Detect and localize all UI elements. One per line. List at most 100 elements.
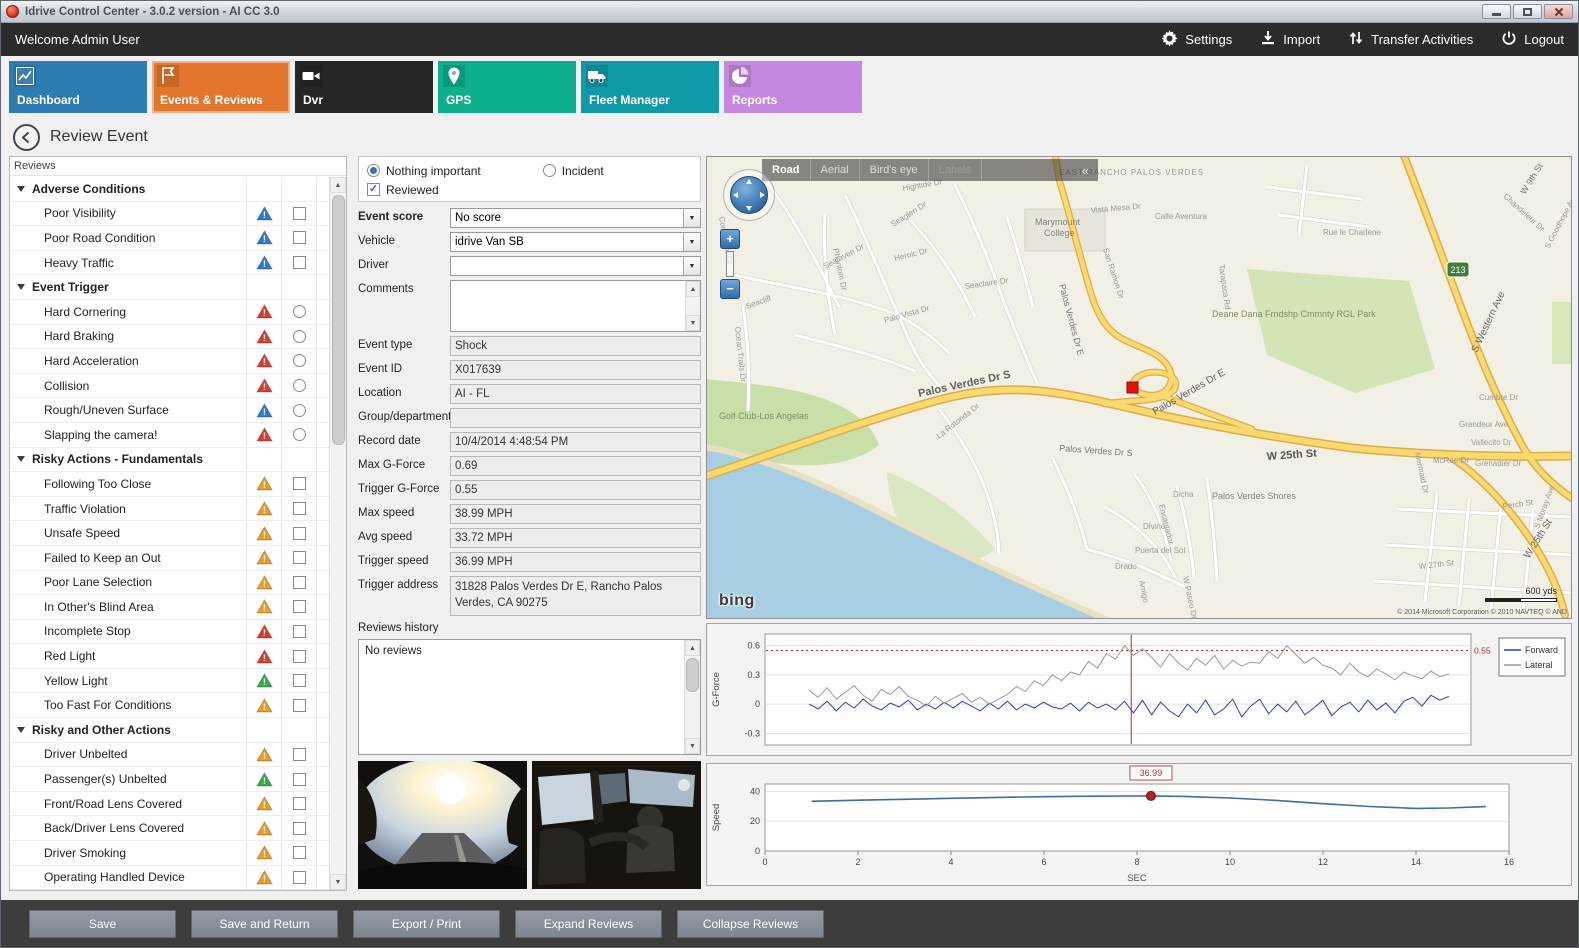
tab-dvr[interactable]: Dvr	[295, 61, 433, 113]
tab-gps[interactable]: GPS	[438, 61, 576, 113]
checkbox[interactable]	[293, 871, 306, 884]
review-item-poor-lane-selection[interactable]: Poor Lane Selection!	[10, 571, 329, 596]
reviewed-checkbox[interactable]	[367, 183, 380, 196]
tab-reports[interactable]: Reports	[724, 61, 862, 113]
checkbox[interactable]	[293, 797, 306, 810]
checkbox[interactable]	[293, 502, 306, 515]
collapse-reviews-button[interactable]: Collapse Reviews	[677, 910, 824, 938]
event-location-marker[interactable]	[1127, 382, 1138, 393]
radio-button[interactable]	[293, 428, 306, 441]
field-event-score[interactable]: No score▼	[450, 208, 701, 228]
history-scrollbar[interactable]: ▲▼	[684, 640, 700, 754]
review-item-failed-to-keep-an-out[interactable]: Failed to Keep an Out!	[10, 546, 329, 571]
review-item-poor-visibility[interactable]: Poor Visibility!	[10, 202, 329, 227]
scroll-up-icon[interactable]: ▲	[330, 177, 346, 193]
tab-fleet-manager[interactable]: Fleet Manager	[581, 61, 719, 113]
review-item-collision[interactable]: Collision!	[10, 374, 329, 399]
chevron-down-icon[interactable]: ▼	[683, 209, 700, 227]
checkbox[interactable]	[293, 600, 306, 613]
zoom-slider[interactable]	[726, 251, 734, 277]
radio-button[interactable]	[293, 404, 306, 417]
bing-map[interactable]: EAST RANCHO PALOS VERDESMarymountCollege…	[706, 156, 1572, 619]
checkbox[interactable]	[293, 650, 306, 663]
logout-button[interactable]: Logout	[1501, 30, 1564, 50]
map-view-labels[interactable]: Labels	[929, 159, 982, 181]
save-button[interactable]: Save	[29, 910, 176, 938]
export-print-button[interactable]: Export / Print	[353, 910, 500, 938]
review-group-risky-and-other-actions[interactable]: Risky and Other Actions	[10, 718, 329, 743]
back-button[interactable]	[13, 124, 40, 151]
field-comments[interactable]: ▲▼	[450, 280, 701, 332]
reviews-history-list[interactable]: No reviews ▲▼	[358, 639, 701, 755]
checkbox[interactable]	[293, 748, 306, 761]
collapse-arrow-icon[interactable]	[17, 727, 25, 733]
cabin-camera-thumbnail[interactable]	[532, 761, 701, 889]
scrollbar[interactable]: ▲▼	[685, 281, 700, 331]
review-item-incomplete-stop[interactable]: Incomplete Stop!	[10, 620, 329, 645]
review-item-poor-road-condition[interactable]: Poor Road Condition!	[10, 226, 329, 251]
checkbox[interactable]	[293, 846, 306, 859]
checkbox[interactable]	[293, 527, 306, 540]
map-view-bird-s-eye[interactable]: Bird's eye	[860, 159, 929, 181]
review-item-traffic-violation[interactable]: Traffic Violation!	[10, 497, 329, 522]
review-item-back-driver-lens-covered[interactable]: Back/Driver Lens Covered!	[10, 816, 329, 841]
checkbox[interactable]	[293, 207, 306, 220]
expand-reviews-button[interactable]: Expand Reviews	[515, 910, 662, 938]
review-item-passenger-s-unbelted[interactable]: Passenger(s) Unbelted!	[10, 767, 329, 792]
review-item-hard-cornering[interactable]: Hard Cornering!	[10, 300, 329, 325]
maximize-button[interactable]	[1513, 4, 1542, 19]
reviews-scrollbar[interactable]: ▲ ▼	[329, 177, 346, 890]
review-item-too-fast-for-conditions[interactable]: Too Fast For Conditions!	[10, 693, 329, 718]
review-item-unsafe-speed[interactable]: Unsafe Speed!	[10, 521, 329, 546]
checkbox[interactable]	[293, 231, 306, 244]
radio-button[interactable]	[293, 305, 306, 318]
front-camera-thumbnail[interactable]	[358, 761, 527, 889]
review-item-heavy-traffic[interactable]: Heavy Traffic!	[10, 251, 329, 276]
incident-radio[interactable]	[543, 164, 556, 177]
close-button[interactable]	[1544, 4, 1573, 19]
checkbox[interactable]	[293, 551, 306, 564]
review-item-driver-unbelted[interactable]: Driver Unbelted!	[10, 743, 329, 768]
collapse-arrow-icon[interactable]	[17, 186, 25, 192]
import-button[interactable]: Import	[1260, 30, 1320, 50]
nothing-important-radio[interactable]	[367, 164, 380, 177]
scroll-down-icon[interactable]: ▼	[330, 874, 346, 890]
checkbox[interactable]	[293, 576, 306, 589]
minimize-button[interactable]	[1482, 4, 1511, 19]
review-item-operating-handled-device[interactable]: Operating Handled Device!	[10, 866, 329, 890]
field-driver[interactable]: ▼	[450, 256, 701, 276]
checkbox[interactable]	[293, 699, 306, 712]
checkbox[interactable]	[293, 477, 306, 490]
field-vehicle[interactable]: idrive Van SB▼	[450, 232, 701, 252]
review-item-hard-braking[interactable]: Hard Braking!	[10, 325, 329, 350]
review-group-event-trigger[interactable]: Event Trigger	[10, 275, 329, 300]
checkbox[interactable]	[293, 822, 306, 835]
scrollbar-thumb[interactable]	[332, 195, 345, 445]
settings-button[interactable]: Settings	[1161, 30, 1232, 50]
tab-events-reviews[interactable]: Events & Reviews	[152, 61, 290, 113]
checkbox[interactable]	[293, 674, 306, 687]
review-item-following-too-close[interactable]: Following Too Close!	[10, 472, 329, 497]
checkbox[interactable]	[293, 256, 306, 269]
review-item-hard-acceleration[interactable]: Hard Acceleration!	[10, 349, 329, 374]
review-item-in-other-s-blind-area[interactable]: In Other's Blind Area!	[10, 595, 329, 620]
review-item-rough-uneven-surface[interactable]: Rough/Uneven Surface!	[10, 398, 329, 423]
save-and-return-button[interactable]: Save and Return	[191, 910, 338, 938]
zoom-out-button[interactable]: −	[720, 279, 740, 299]
review-item-red-light[interactable]: Red Light!	[10, 644, 329, 669]
map-bar-collapse-button[interactable]: «	[1073, 163, 1098, 178]
collapse-arrow-icon[interactable]	[17, 456, 25, 462]
review-group-adverse-conditions[interactable]: Adverse Conditions	[10, 177, 329, 202]
radio-button[interactable]	[293, 330, 306, 343]
transfer-activities-button[interactable]: Transfer Activities	[1348, 30, 1473, 50]
radio-button[interactable]	[293, 354, 306, 367]
radio-button[interactable]	[293, 379, 306, 392]
review-item-driver-smoking[interactable]: Driver Smoking!	[10, 841, 329, 866]
tab-dashboard[interactable]: Dashboard	[9, 61, 147, 113]
review-group-risky-actions-fundamentals[interactable]: Risky Actions - Fundamentals	[10, 448, 329, 473]
review-item-front-road-lens-covered[interactable]: Front/Road Lens Covered!	[10, 792, 329, 817]
map-compass-control[interactable]	[723, 169, 775, 221]
review-item-yellow-light[interactable]: Yellow Light!	[10, 669, 329, 694]
zoom-in-button[interactable]: +	[720, 229, 740, 249]
checkbox[interactable]	[293, 773, 306, 786]
